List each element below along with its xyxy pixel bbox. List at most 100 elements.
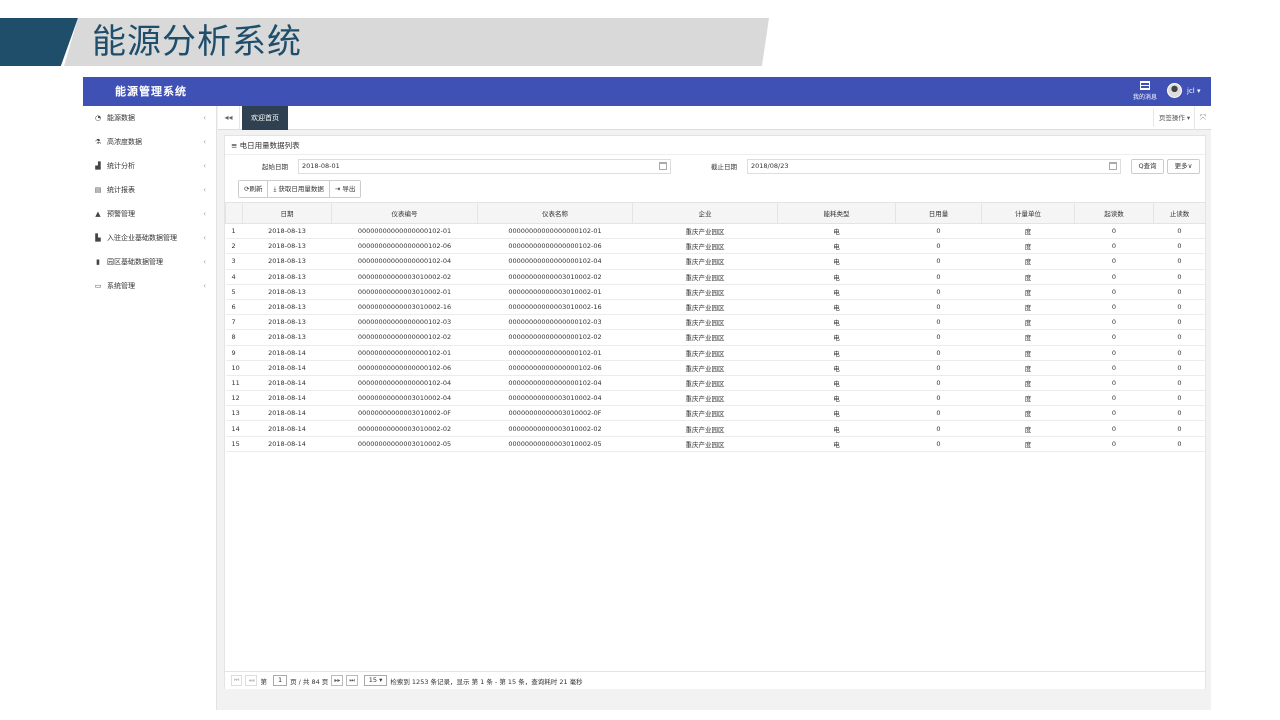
table-cell: 电 <box>777 390 896 407</box>
sidebar-item[interactable]: ▮ 园区基础数据管理 ‹ <box>83 250 216 274</box>
first-page-button[interactable]: ⏮ <box>231 675 243 686</box>
column-header[interactable] <box>225 202 243 224</box>
table-cell: 电 <box>777 284 896 300</box>
table-cell: 重庆产业园区 <box>632 360 778 376</box>
column-header[interactable]: 日用量 <box>895 202 982 224</box>
table-row[interactable]: 14 2018-08-14 00000000000003010002-02 00000… <box>225 420 1206 437</box>
calendar-icon[interactable] <box>1109 162 1117 170</box>
page-size-select[interactable]: 15 ▾ <box>363 675 388 686</box>
sidebar-item[interactable]: ⚗ 高浓度数据 ‹ <box>83 130 216 154</box>
message-center-button[interactable]: 我的消息 <box>1128 81 1162 101</box>
column-header[interactable]: 止读数 <box>1153 202 1206 224</box>
user-menu[interactable]: jcl ▾ <box>1187 77 1200 106</box>
sidebar-item[interactable]: ▤ 统计报表 ‹ <box>83 178 216 202</box>
table-row[interactable]: 13 2018-08-14 00000000000003010002-0F 00000… <box>225 405 1206 422</box>
table-cell: 00000000000003010002-0F <box>331 405 478 422</box>
column-header[interactable]: 计量单位 <box>981 202 1075 224</box>
table-cell: 00000000000000000102-04 <box>477 375 633 392</box>
table-cell: 00000000000003010002-05 <box>331 436 478 452</box>
column-header[interactable]: 仪表编号 <box>331 202 478 224</box>
table-cell: 电 <box>777 253 896 270</box>
tab-scroll-left-button[interactable]: ◂◂ <box>218 106 240 130</box>
table-cell: 00000000000003010002-02 <box>477 269 633 285</box>
table-cell: 00000000000000000102-04 <box>477 253 633 270</box>
table-cell: 0 <box>1074 223 1154 240</box>
table-cell: 度 <box>981 238 1075 255</box>
table-cell: 0 <box>895 375 982 392</box>
table-row[interactable]: 3 2018-08-13 00000000000000000102-04 000000… <box>225 253 1206 270</box>
table-cell: 0 <box>895 390 982 407</box>
query-button[interactable]: Q查询 <box>1131 159 1164 174</box>
table-row[interactable]: 8 2018-08-13 00000000000000000102-02 000000… <box>225 329 1206 346</box>
table-cell: 00000000000003010002-02 <box>477 420 633 437</box>
page-ops-dropdown[interactable]: 页签操作 ▾ <box>1153 109 1195 127</box>
table-cell: 2018-08-13 <box>242 329 332 346</box>
end-date-label: 截止日期 <box>711 163 737 171</box>
last-page-button[interactable]: ⏭ <box>346 675 358 686</box>
start-date-input[interactable]: 2018-08-01 <box>298 159 671 174</box>
table-row[interactable]: 7 2018-08-13 00000000000000000102-03 000000… <box>225 314 1206 331</box>
next-page-button[interactable]: ▸▸ <box>331 675 344 686</box>
calendar-icon[interactable] <box>659 162 667 170</box>
column-header[interactable]: 企业 <box>632 202 778 224</box>
table-cell: 7 <box>225 314 243 331</box>
tab-welcome[interactable]: 欢迎首页 <box>242 106 288 130</box>
table-row[interactable]: 12 2018-08-14 00000000000003010002-04 00000… <box>225 390 1206 407</box>
table-cell: 0 <box>1153 329 1206 346</box>
end-date-input[interactable]: 2018/08/23 <box>747 159 1121 174</box>
table-row[interactable]: 1 2018-08-13 00000000000000000102-01 000000… <box>225 223 1206 240</box>
table-row[interactable]: 4 2018-08-13 00000000000003010002-02 000000… <box>225 269 1206 285</box>
table-row[interactable]: 11 2018-08-14 00000000000000000102-04 00000… <box>225 375 1206 392</box>
table-cell: 重庆产业园区 <box>632 223 778 240</box>
page-number-input[interactable]: 1 <box>272 675 288 686</box>
more-button[interactable]: 更多∨ <box>1167 159 1200 174</box>
app-title: 能源管理系统 <box>115 85 187 98</box>
table-cell: 10 <box>225 360 243 376</box>
table-cell: 0 <box>1153 314 1206 331</box>
table-cell: 00000000000000000102-01 <box>331 223 478 240</box>
column-header[interactable]: 能耗类型 <box>777 202 896 224</box>
sidebar-item[interactable]: ▟ 统计分析 ‹ <box>83 154 216 178</box>
table-cell: 重庆产业园区 <box>632 420 778 437</box>
table-row[interactable]: 6 2018-08-13 00000000000003010002-16 000000… <box>225 299 1206 316</box>
sidebar-item[interactable]: ▭ 系统管理 ‹ <box>83 274 216 298</box>
fullscreen-icon[interactable]: ⤧ <box>1194 106 1211 130</box>
sidebar-item[interactable]: ▙ 入驻企业基础数据管理 ‹ <box>83 226 216 250</box>
table-toolbar: ⟳刷新 ⤓ 获取日用量数据 ⇥ 导出 <box>238 180 362 198</box>
export-button[interactable]: ⇥ 导出 <box>329 181 361 197</box>
fetch-daily-usage-button[interactable]: ⤓ 获取日用量数据 <box>268 181 330 197</box>
app-window: 能源管理系统 我的消息 jcl ▾ ◔ 能源数据 ‹ ⚗ 高浓度数据 ‹ ▟ 统计分析 ‹ ▤ 统计… <box>83 77 1211 710</box>
sidebar-item[interactable]: ◔ 能源数据 ‹ <box>83 106 216 130</box>
table-cell: 3 <box>225 253 243 270</box>
table-row[interactable]: 5 2018-08-13 00000000000003010002-01 000000… <box>225 284 1206 300</box>
table-cell: 00000000000000000102-06 <box>331 238 478 255</box>
refresh-button[interactable]: ⟳刷新 <box>239 181 269 197</box>
table-cell: 0 <box>895 360 982 376</box>
table-row[interactable]: 15 2018-08-14 00000000000003010002-05 00000… <box>225 436 1206 452</box>
table-cell: 0 <box>1153 299 1206 316</box>
table-cell: 重庆产业园区 <box>632 253 778 270</box>
table-cell: 4 <box>225 269 243 285</box>
table-cell: 重庆产业园区 <box>632 405 778 422</box>
table-row[interactable]: 10 2018-08-14 00000000000000000102-06 00000… <box>225 360 1206 376</box>
avatar[interactable] <box>1167 83 1182 98</box>
table-cell: 00000000000000000102-01 <box>477 223 633 240</box>
table-row[interactable]: 2 2018-08-13 00000000000000000102-06 000000… <box>225 238 1206 255</box>
table-cell: 00000000000003010002-04 <box>331 390 478 407</box>
chevron-left-icon: ‹ <box>203 162 206 170</box>
table-cell: 0 <box>1074 420 1154 437</box>
column-header[interactable]: 日期 <box>242 202 332 224</box>
tab-bar: ◂◂ 欢迎首页 页签操作 ▾ ⤧ <box>218 106 1211 130</box>
table-cell: 1 <box>225 223 243 240</box>
table-cell: 重庆产业园区 <box>632 345 778 361</box>
table-row[interactable]: 9 2018-08-14 00000000000000000102-01 000000… <box>225 345 1206 361</box>
table-cell: 13 <box>225 405 243 422</box>
column-header[interactable]: 仪表名称 <box>477 202 633 224</box>
table-cell: 00000000000003010002-0F <box>477 405 633 422</box>
table-cell: 0 <box>1153 223 1206 240</box>
prev-page-button[interactable]: ◂◂ <box>245 675 258 686</box>
table-cell: 0 <box>895 420 982 437</box>
column-header[interactable]: 起读数 <box>1074 202 1154 224</box>
sidebar-item[interactable]: ▲ 预警管理 ‹ <box>83 202 216 226</box>
table-cell: 00000000000000000102-04 <box>331 253 478 270</box>
